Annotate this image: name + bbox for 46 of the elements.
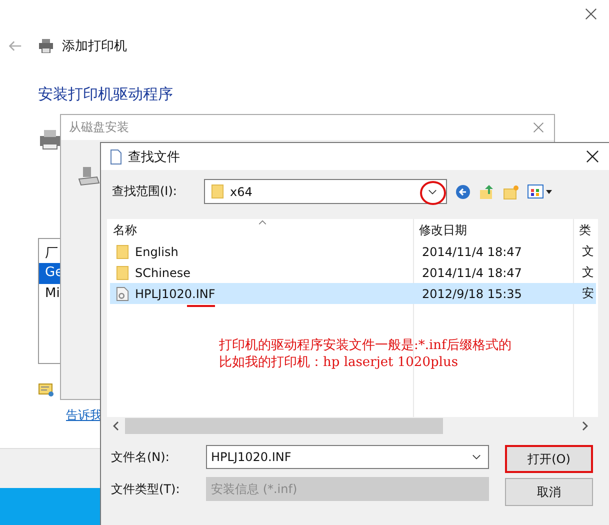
document-icon [110, 148, 122, 164]
file-name: English [135, 244, 178, 258]
close-icon[interactable] [586, 150, 599, 163]
column-header[interactable]: 修改日期 [413, 222, 573, 241]
look-in-label: 查找范围(I): [111, 183, 178, 200]
annotation-text: 打印机的驱动程序安装文件一般是:*.inf后缀格式的 [219, 337, 512, 354]
file-name: HPLJ1020.INF [135, 286, 216, 300]
folder-icon [116, 244, 129, 260]
file-row[interactable]: HPLJ1020.INF 2012/9/18 15:35 安 [110, 283, 596, 304]
type-cell-text: 文 [581, 264, 594, 281]
date-cell-text: 2014/11/4 18:47 [421, 266, 523, 280]
type-cell-text: 文 [581, 243, 594, 260]
column-header[interactable]: 名称 [107, 222, 413, 241]
date-cell-text: 2012/9/18 15:35 [421, 286, 523, 300]
certificate-icon [38, 383, 54, 397]
scroll-left-icon[interactable] [113, 421, 119, 431]
dialog-button[interactable]: 取消 [505, 478, 593, 506]
date-cell-text: 2014/11/4 18:47 [421, 244, 523, 258]
page-heading: 安装打印机驱动程序 [38, 85, 173, 104]
view-menu-icon[interactable] [527, 184, 553, 200]
file-name-label: 文件名(N): [110, 448, 170, 466]
dialog-title: 查找文件 [128, 148, 181, 166]
file-type-label: 文件类型(T): [110, 480, 181, 498]
folder-icon [116, 264, 129, 280]
dialog-title: 从磁盘安装 [69, 119, 129, 136]
back-icon[interactable] [455, 184, 471, 200]
sort-caret-icon [258, 220, 267, 225]
settings-file-icon [116, 286, 129, 302]
chevron-down-icon[interactable] [428, 188, 437, 194]
up-folder-icon[interactable] [479, 184, 495, 200]
printer-icon [38, 39, 54, 53]
window-title: 添加打印机 [62, 38, 127, 55]
file-name-field[interactable]: HPLJ1020.INF [206, 445, 489, 469]
annotation-text: 比如我的打印机：hp laserjet 1020plus [219, 354, 460, 371]
scroll-right-icon[interactable] [582, 421, 588, 431]
close-icon[interactable] [585, 8, 597, 20]
folder-icon [211, 184, 224, 199]
file-row[interactable]: SChinese 2014/11/4 18:47 文 [110, 262, 596, 283]
type-cell-text: 安 [581, 285, 594, 302]
dialog-button[interactable]: 打开(O) [505, 445, 593, 473]
file-row[interactable]: English 2014/11/4 18:47 文 [110, 241, 596, 262]
scrollbar-thumb[interactable] [125, 418, 443, 434]
column-header[interactable]: 类 [573, 222, 591, 241]
chevron-down-icon[interactable] [472, 454, 481, 460]
file-name: SChinese [135, 266, 191, 280]
look-in-dropdown[interactable]: x64 [204, 179, 447, 204]
